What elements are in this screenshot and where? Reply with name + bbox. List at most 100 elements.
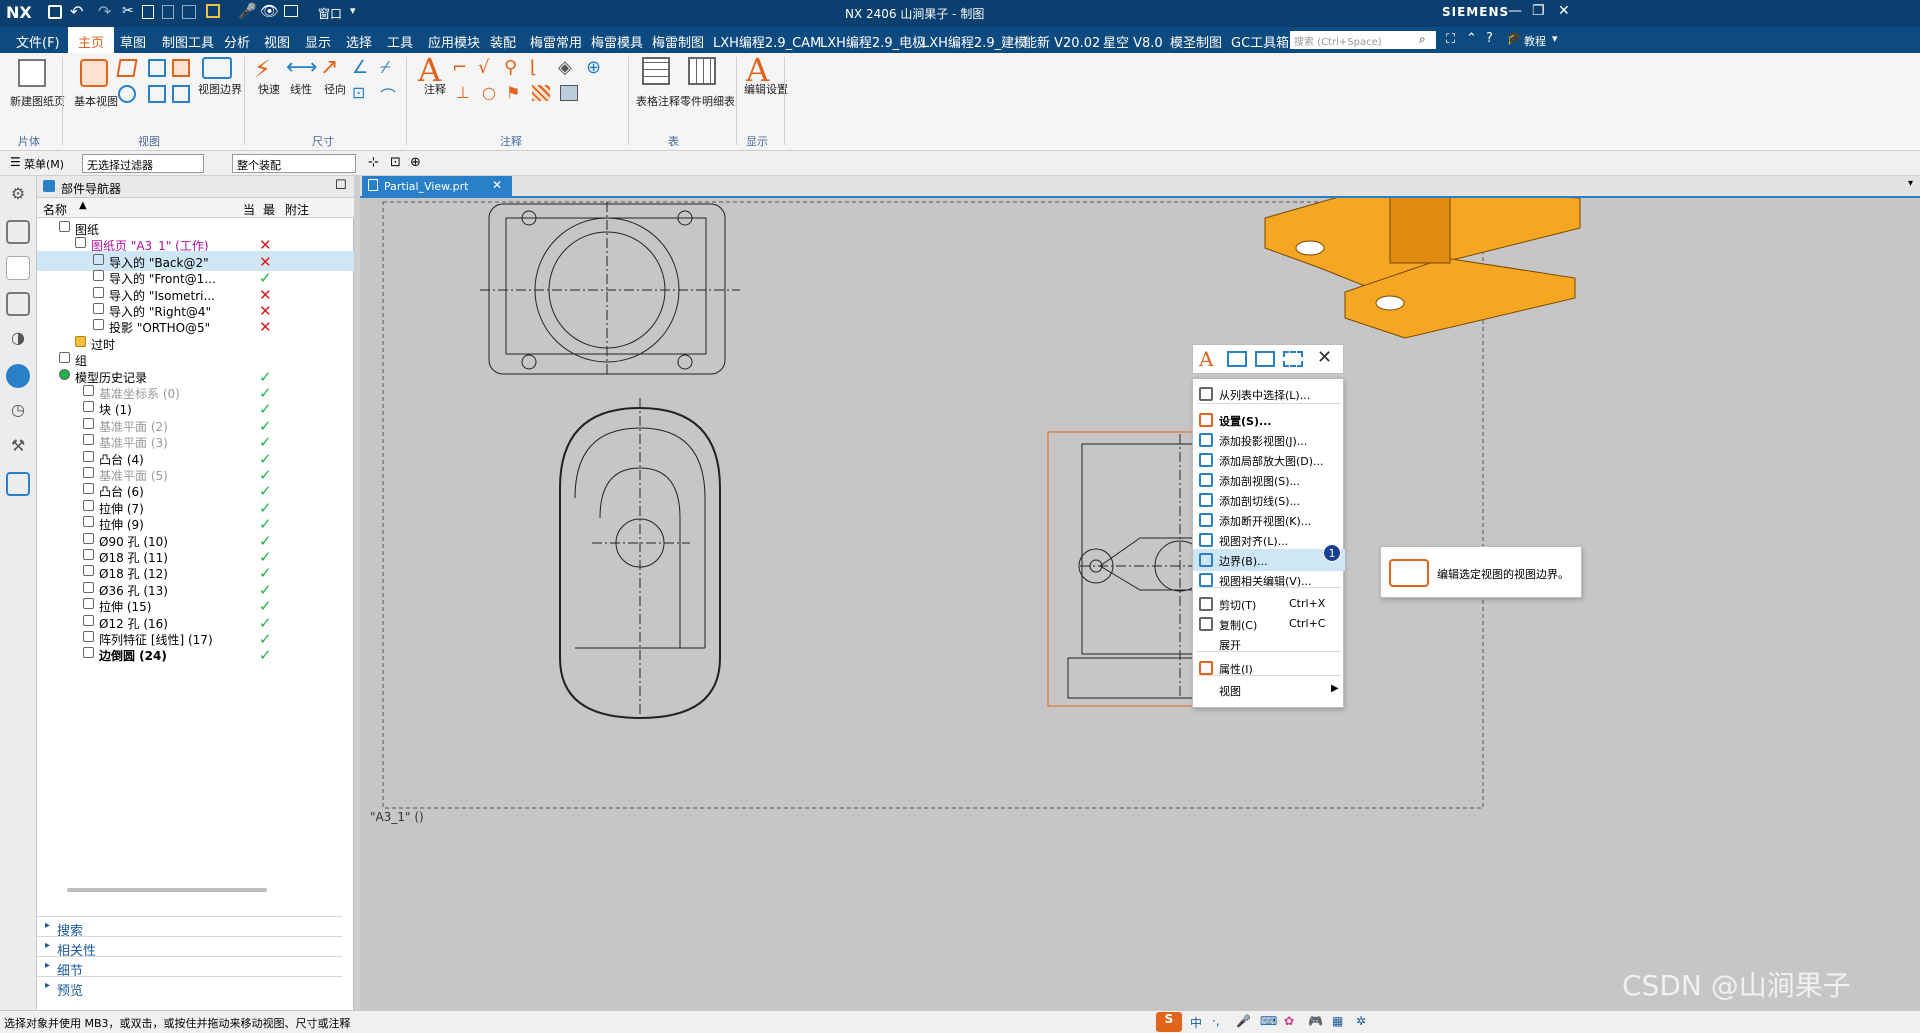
tab-nengxin[interactable]: 能新 V20.02: [1024, 32, 1100, 51]
view-label-icon[interactable]: [1255, 351, 1275, 367]
tab-sketch[interactable]: 草图: [120, 32, 146, 51]
parts-list-label[interactable]: 零件明细表: [680, 93, 735, 109]
fullscreen-icon[interactable]: ⛶: [1446, 32, 1455, 47]
fill-icon[interactable]: ◈: [558, 57, 572, 78]
parts-list-icon[interactable]: [688, 57, 716, 85]
history-icon[interactable]: ◷: [6, 400, 30, 424]
view-boundary-icon[interactable]: [202, 57, 232, 79]
snap-icon[interactable]: ⊡: [390, 155, 401, 170]
view-boundary-label[interactable]: 视图边界: [198, 81, 242, 97]
tab-lxh-modeling[interactable]: LXH编程2.9_建模: [922, 32, 1027, 51]
weld-symbol-icon[interactable]: ⌊: [530, 57, 537, 78]
paste-icon[interactable]: [162, 5, 174, 19]
column-comment[interactable]: 附注: [285, 201, 309, 218]
copy-icon[interactable]: [142, 5, 154, 19]
menu-button[interactable]: 菜单(M): [24, 156, 64, 172]
ime-logo-icon[interactable]: S: [1156, 1012, 1182, 1032]
tab-mosheng-drafting[interactable]: 模圣制图: [1170, 32, 1222, 51]
centerline-icon[interactable]: ⊕: [586, 57, 601, 78]
chamfer-dimension-icon[interactable]: ⌿: [380, 57, 391, 78]
tab-lxh-cam[interactable]: LXH编程2.9_CAM: [713, 32, 821, 51]
redo-icon[interactable]: ↷: [98, 2, 111, 21]
window-icon[interactable]: [284, 5, 298, 17]
help-icon[interactable]: ?: [1486, 31, 1493, 46]
ime-language[interactable]: 中: [1190, 1014, 1202, 1031]
chevron-down-icon[interactable]: ▾: [350, 4, 356, 17]
tab-analysis[interactable]: 分析: [224, 32, 250, 51]
web-browser-icon[interactable]: [6, 364, 30, 388]
assembly-navigator-icon[interactable]: [6, 220, 30, 244]
graphics-window[interactable]: Partial_View.prt ✕ ▾ "A3_1" () A ✕ 从列表中选…: [360, 176, 1920, 1010]
snap-point-icon[interactable]: ⊕: [410, 155, 421, 170]
type-filter-select[interactable]: 无选择过滤器: [82, 154, 204, 173]
hd3d-icon[interactable]: ◑: [6, 328, 30, 352]
column-latest[interactable]: 最: [263, 201, 275, 218]
panel-search[interactable]: ▸ 搜索: [37, 916, 342, 939]
arc-length-icon[interactable]: ⌒: [380, 83, 396, 107]
search-icon[interactable]: ⌕: [1419, 32, 1426, 47]
close-tab-icon[interactable]: ✕: [492, 178, 502, 192]
tab-display[interactable]: 显示: [305, 32, 331, 51]
tab-tools[interactable]: 工具: [387, 32, 413, 51]
select-mode-icon[interactable]: ⊹: [368, 155, 379, 170]
flag-icon[interactable]: ⚑: [506, 83, 520, 102]
context-menu-item[interactable]: 添加局部放大图(D)...: [1193, 449, 1345, 471]
context-menu-item[interactable]: 添加投影视图(J)...: [1193, 429, 1345, 451]
tab-assemblies[interactable]: 装配: [490, 32, 516, 51]
delete-icon[interactable]: ✕: [1317, 347, 1332, 368]
part-navigator-icon[interactable]: [6, 256, 30, 280]
new-sheet-icon[interactable]: [18, 59, 46, 87]
tab-view[interactable]: 视图: [264, 32, 290, 51]
close-icon[interactable]: ✕: [1558, 3, 1570, 19]
context-menu-item[interactable]: 剪切(T) Ctrl+X: [1193, 593, 1345, 615]
id-symbol-icon[interactable]: ⊥: [456, 83, 470, 102]
tab-select[interactable]: 选择: [346, 32, 372, 51]
settings-gear-icon[interactable]: ⚙: [6, 184, 30, 208]
detail-view-icon[interactable]: [172, 59, 190, 77]
panel-preview[interactable]: ▸ 预览: [37, 976, 342, 999]
roles-icon[interactable]: [6, 472, 30, 496]
window-chevron-icon[interactable]: ▾: [1552, 32, 1558, 45]
panel-details[interactable]: ▸ 细节: [37, 956, 342, 979]
tutorial-link[interactable]: 教程: [1524, 33, 1546, 49]
collapse-ribbon-icon[interactable]: ⌃: [1466, 31, 1477, 46]
process-studio-icon[interactable]: ⚒: [6, 436, 30, 460]
edit-view-icon[interactable]: [1227, 351, 1247, 367]
boundary-icon[interactable]: [1283, 351, 1303, 367]
context-menu-item[interactable]: 复制(C) Ctrl+C: [1193, 613, 1345, 635]
mortarboard-icon[interactable]: 🎓: [1506, 31, 1522, 46]
minimize-icon[interactable]: —: [1508, 3, 1522, 19]
gamepad-icon[interactable]: 🎮: [1308, 1014, 1323, 1028]
eye-icon[interactable]: 👁: [260, 2, 279, 20]
hatch-icon[interactable]: [532, 85, 550, 101]
rapid-dimension-icon[interactable]: ⚡: [254, 55, 271, 83]
hamburger-icon[interactable]: ☰: [10, 155, 21, 169]
radial-dimension-label[interactable]: 径向: [324, 81, 346, 97]
context-menu-item[interactable]: 从列表中选择(L)...: [1193, 383, 1345, 405]
tab-meilei-drafting[interactable]: 梅雷制图: [652, 32, 704, 51]
base-view-label[interactable]: 基本视图: [74, 93, 118, 109]
break-view-icon[interactable]: [118, 85, 136, 103]
context-menu-item[interactable]: 添加断开视图(K)...: [1193, 509, 1345, 531]
command-search-input[interactable]: 搜索 (Ctrl+Space): [1290, 31, 1436, 49]
tab-gc-toolbox[interactable]: GC工具箱: [1231, 32, 1289, 51]
keyboard-icon[interactable]: ⌨: [1260, 1014, 1277, 1028]
update-view-icon[interactable]: [172, 85, 190, 103]
tab-meilei-common[interactable]: 梅雷常用: [530, 32, 582, 51]
tabular-note-label[interactable]: 表格注释: [636, 93, 680, 109]
view-creation-icon[interactable]: [148, 85, 166, 103]
skin-icon[interactable]: ✿: [1284, 1014, 1294, 1028]
punctuation-icon[interactable]: ·,: [1212, 1014, 1220, 1028]
reuse-library-icon[interactable]: [6, 292, 30, 316]
context-menu-item[interactable]: 视图 ▶: [1193, 679, 1345, 701]
layer-icon[interactable]: [206, 4, 220, 18]
section-view-icon[interactable]: [148, 59, 166, 77]
window-menu[interactable]: 窗口: [318, 5, 342, 22]
restore-icon[interactable]: ❐: [1532, 3, 1545, 19]
context-menu-item[interactable]: 添加剖切线(S)...: [1193, 489, 1345, 511]
tab-applications[interactable]: 应用模块: [428, 32, 480, 51]
linear-dimension-icon[interactable]: ⟷: [286, 55, 318, 80]
tab-meilei-mold[interactable]: 梅雷模具: [591, 32, 643, 51]
file-tab[interactable]: Partial_View.prt ✕: [362, 176, 512, 198]
context-menu-item[interactable]: 视图对齐(L)...: [1193, 529, 1345, 551]
